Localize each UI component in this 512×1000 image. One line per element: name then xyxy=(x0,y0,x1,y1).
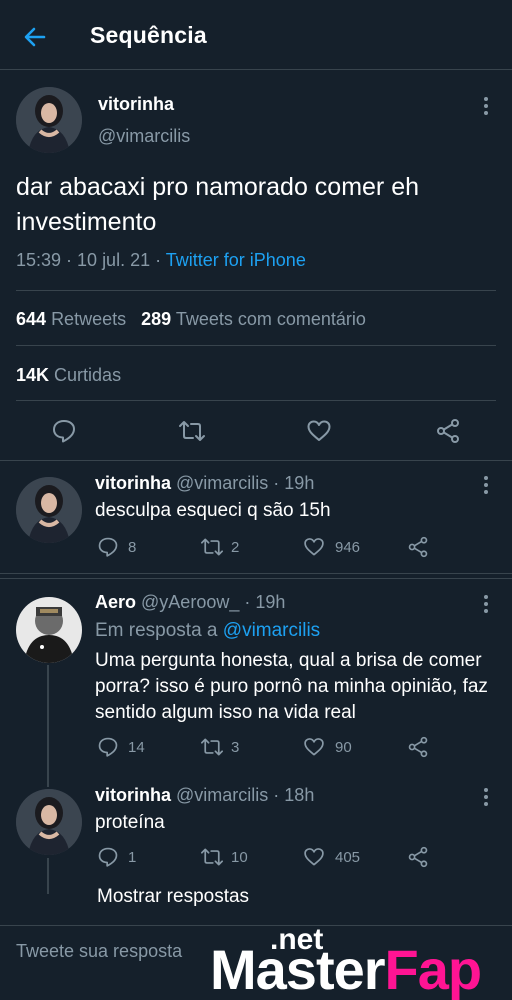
share-icon[interactable] xyxy=(407,536,429,558)
reply-header: Aero @yAeroow_ · 19h xyxy=(95,592,285,613)
share-icon[interactable] xyxy=(435,418,461,444)
like-icon[interactable] xyxy=(303,536,325,558)
reply-text: desculpa esqueci q são 15h xyxy=(95,500,331,521)
reply-text: Uma pergunta honesta, qual a brisa de co… xyxy=(95,650,488,723)
divider xyxy=(16,345,496,346)
like-count: 946 xyxy=(335,539,361,556)
reply-count: 14 xyxy=(128,739,145,756)
tweet-text: dar abacaxi pro namorado comer eh invest… xyxy=(16,173,420,236)
reply-input[interactable]: Tweete sua resposta xyxy=(16,941,182,962)
share-icon[interactable] xyxy=(407,846,429,868)
divider xyxy=(0,578,512,579)
likes-stats: 14K Curtidas xyxy=(16,365,121,386)
author-avatar[interactable] xyxy=(16,87,82,153)
reply-meta[interactable]: @vimarcilis · 18h xyxy=(176,785,314,805)
reply-text: proteína xyxy=(95,812,165,833)
like-icon[interactable] xyxy=(303,736,325,758)
author-handle[interactable]: @vimarcilis xyxy=(98,126,190,147)
reply-avatar[interactable] xyxy=(16,597,82,663)
divider xyxy=(16,400,496,401)
reply-to-handle[interactable]: @vimarcilis xyxy=(223,620,320,641)
reply-icon[interactable] xyxy=(97,736,119,758)
retweets-count[interactable]: 644 xyxy=(16,309,46,329)
top-bar: Sequência xyxy=(0,0,512,70)
more-options-icon[interactable] xyxy=(479,95,493,117)
more-options-icon[interactable] xyxy=(479,593,493,615)
reply-icon[interactable] xyxy=(97,846,119,868)
reply-header: vitorinha @vimarcilis · 18h xyxy=(95,785,314,806)
retweet-count: 3 xyxy=(231,739,240,756)
quotes-label[interactable]: Tweets com comentário xyxy=(176,309,366,329)
reply-avatar[interactable] xyxy=(16,477,82,543)
like-icon[interactable] xyxy=(303,846,325,868)
watermark-logo: MasterFap xyxy=(210,937,483,1000)
reply-to-prefix: Em resposta a xyxy=(95,620,223,641)
reply-author-name[interactable]: vitorinha xyxy=(95,473,171,493)
tweet-meta: 15:39 · 10 jul. 21 · Twitter for iPhone xyxy=(16,250,306,271)
reply-meta[interactable]: @yAeroow_ · 19h xyxy=(141,592,285,612)
show-replies-link[interactable]: Mostrar respostas xyxy=(97,884,249,910)
reply-icon[interactable] xyxy=(51,418,77,444)
reply-count: 8 xyxy=(128,539,137,556)
share-icon[interactable] xyxy=(407,736,429,758)
like-icon[interactable] xyxy=(306,418,332,444)
reply-count: 1 xyxy=(128,849,137,866)
retweet-icon[interactable] xyxy=(200,846,224,868)
thread-line xyxy=(47,665,49,787)
reply-avatar[interactable] xyxy=(16,789,82,855)
retweet-count: 10 xyxy=(231,849,248,866)
likes-count[interactable]: 14K xyxy=(16,365,49,385)
like-count: 405 xyxy=(335,849,361,866)
reply-author-name[interactable]: Aero xyxy=(95,592,136,612)
quotes-count[interactable]: 289 xyxy=(141,309,171,329)
more-options-icon[interactable] xyxy=(479,474,493,496)
retweets-label[interactable]: Retweets xyxy=(51,309,126,329)
watermark-master: Master xyxy=(210,938,386,1000)
retweet-stats: 644 Retweets 289 Tweets com comentário xyxy=(16,309,366,330)
retweet-icon[interactable] xyxy=(178,418,206,444)
thread-line xyxy=(47,858,49,894)
tweet-source-link[interactable]: Twitter for iPhone xyxy=(166,250,306,270)
likes-label[interactable]: Curtidas xyxy=(54,365,121,385)
tweet-timestamp: 15:39 · 10 jul. 21 · xyxy=(16,250,166,270)
watermark-fap: Fap xyxy=(384,938,483,1000)
reply-icon[interactable] xyxy=(97,536,119,558)
back-arrow-icon[interactable] xyxy=(20,22,50,52)
reply-context: Em resposta a @vimarcilis xyxy=(95,618,320,644)
reply-author-name[interactable]: vitorinha xyxy=(95,785,171,805)
reply-header: vitorinha @vimarcilis · 19h xyxy=(95,473,314,494)
page-title: Sequência xyxy=(90,22,207,48)
retweet-icon[interactable] xyxy=(200,736,224,758)
reply-meta[interactable]: @vimarcilis · 19h xyxy=(176,473,314,493)
divider xyxy=(16,290,496,291)
divider xyxy=(0,460,512,461)
divider xyxy=(0,573,512,574)
author-name[interactable]: vitorinha xyxy=(98,94,174,115)
retweet-count: 2 xyxy=(231,539,240,556)
like-count: 90 xyxy=(335,739,352,756)
retweet-icon[interactable] xyxy=(200,536,224,558)
more-options-icon[interactable] xyxy=(479,786,493,808)
